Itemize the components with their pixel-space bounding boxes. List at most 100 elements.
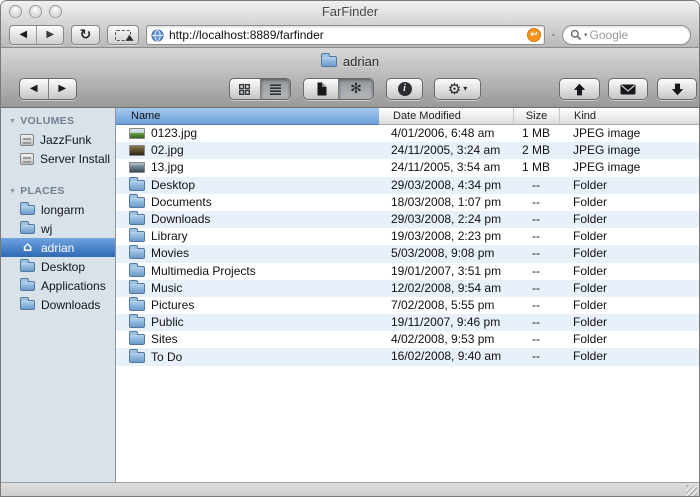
table-body: 0123.jpg 4/01/2006, 6:48 am 1 MB JPEG im… — [116, 125, 699, 366]
info-icon: i — [398, 82, 412, 96]
table-row[interactable]: To Do 16/02/2008, 9:40 am -- Folder — [116, 348, 699, 365]
disclosure-triangle-icon[interactable]: ▼ — [9, 118, 16, 125]
browser-history-nav: ◀ ▶ — [9, 25, 64, 45]
file-date-modified: 12/02/2008, 9:54 am — [379, 280, 513, 297]
file-kind: Folder — [559, 348, 699, 365]
sidebar-item-label: JazzFunk — [40, 133, 91, 147]
table-row[interactable]: 13.jpg 24/11/2005, 3:54 am 1 MB JPEG ima… — [116, 159, 699, 176]
table-row[interactable]: Multimedia Projects 19/01/2007, 3:51 pm … — [116, 263, 699, 280]
get-info-button[interactable]: i — [386, 78, 423, 100]
sidebar-item-desktop[interactable]: Desktop — [1, 257, 115, 276]
sidebar-item-adrian[interactable]: ⌂ adrian — [1, 238, 115, 257]
file-name: Downloads — [151, 211, 210, 228]
snapback-icon[interactable]: ↩ — [527, 28, 541, 42]
table-row[interactable]: Pictures 7/02/2008, 5:55 pm -- Folder — [116, 297, 699, 314]
minimize-window-icon[interactable] — [29, 5, 42, 18]
sidebar-item-downloads[interactable]: Downloads — [1, 295, 115, 314]
file-name: Public — [151, 314, 184, 331]
folder-icon — [129, 214, 145, 225]
webclip-icon — [115, 30, 131, 41]
table-row[interactable]: 0123.jpg 4/01/2006, 6:48 am 1 MB JPEG im… — [116, 125, 699, 142]
file-date-modified: 24/11/2005, 3:54 am — [379, 159, 513, 176]
zoom-window-icon[interactable] — [49, 5, 62, 18]
download-arrow-icon — [671, 83, 684, 96]
drive-icon — [20, 134, 34, 146]
upload-button[interactable] — [559, 78, 600, 100]
jpeg-thumbnail-icon — [129, 145, 145, 156]
table-row[interactable]: 02.jpg 24/11/2005, 3:24 am 2 MB JPEG ima… — [116, 142, 699, 159]
folder-icon — [20, 205, 35, 215]
address-bar[interactable]: ↩ — [146, 25, 545, 45]
table-row[interactable]: Sites 4/02/2008, 9:53 pm -- Folder — [116, 331, 699, 348]
table-row[interactable]: Public 19/11/2007, 9:46 pm -- Folder — [116, 314, 699, 331]
reload-icon: ↻ — [80, 28, 92, 42]
upload-arrow-icon — [573, 83, 586, 96]
file-kind: JPEG image — [559, 125, 699, 142]
table-row[interactable]: Documents 18/03/2008, 1:07 pm -- Folder — [116, 194, 699, 211]
file-date-modified: 24/11/2005, 3:24 am — [379, 142, 513, 159]
table-row[interactable]: Music 12/02/2008, 9:54 am -- Folder — [116, 280, 699, 297]
disclosure-triangle-icon[interactable]: ▼ — [9, 188, 16, 195]
table-row[interactable]: Library 19/03/2008, 2:23 pm -- Folder — [116, 228, 699, 245]
special-action-button[interactable]: ✻ — [338, 79, 373, 99]
title-bar[interactable]: FarFinder — [1, 1, 699, 23]
section-label: VOLUMES — [20, 113, 74, 130]
flower-icon: ✻ — [350, 82, 362, 96]
folder-icon — [20, 281, 35, 291]
sidebar-item-wj[interactable]: wj — [1, 219, 115, 238]
envelope-icon — [620, 84, 636, 95]
new-document-button[interactable] — [304, 79, 338, 99]
field-divider-caret-icon: ▴ — [552, 32, 555, 38]
close-window-icon[interactable] — [9, 5, 22, 18]
sidebar-item-jazzfunk[interactable]: JazzFunk — [1, 130, 115, 149]
file-date-modified: 19/01/2007, 3:51 pm — [379, 263, 513, 280]
table-row[interactable]: Desktop 29/03/2008, 4:34 pm -- Folder — [116, 177, 699, 194]
file-name: Library — [151, 228, 188, 245]
file-kind: JPEG image — [559, 142, 699, 159]
column-header-name[interactable]: Name — [116, 108, 379, 125]
webclip-button[interactable] — [107, 25, 139, 45]
search-input[interactable] — [590, 28, 684, 42]
sidebar-item-label: Server Install — [40, 152, 110, 166]
file-date-modified: 19/03/2008, 2:23 pm — [379, 228, 513, 245]
file-list: Name Date Modified Size Kind 0123.jpg 4/… — [116, 108, 699, 482]
column-header-kind[interactable]: Kind — [559, 108, 699, 125]
folder-icon — [129, 180, 145, 191]
action-menu-button[interactable]: ⚙ ▾ — [434, 78, 481, 100]
resize-grip[interactable] — [686, 485, 697, 496]
list-view-button[interactable] — [260, 79, 291, 99]
sidebar-item-applications[interactable]: Applications — [1, 276, 115, 295]
search-field[interactable]: ▾ — [562, 25, 691, 45]
file-size: -- — [513, 194, 559, 211]
file-name: Multimedia Projects — [151, 263, 256, 280]
file-date-modified: 18/03/2008, 1:07 pm — [379, 194, 513, 211]
column-header-size[interactable]: Size — [513, 108, 559, 125]
folder-icon — [20, 262, 35, 272]
finder-forward-button[interactable]: ▶ — [48, 79, 77, 99]
sidebar-item-longarm[interactable]: longarm — [1, 200, 115, 219]
back-button[interactable]: ◀ — [10, 26, 36, 44]
icon-view-button[interactable] — [230, 79, 260, 99]
window-title: FarFinder — [1, 1, 699, 23]
download-button[interactable] — [657, 78, 697, 100]
sidebar-item-server-install[interactable]: Server Install — [1, 149, 115, 168]
email-button[interactable] — [608, 78, 648, 100]
column-header-date-modified[interactable]: Date Modified — [379, 108, 513, 125]
file-size: 1 MB — [513, 125, 559, 142]
file-name: Sites — [151, 331, 178, 348]
reload-button[interactable]: ↻ — [71, 25, 100, 45]
list-view-icon — [269, 83, 282, 96]
table-row[interactable]: Movies 5/03/2008, 9:08 pm -- Folder — [116, 245, 699, 262]
finder-back-button[interactable]: ◀ — [20, 79, 48, 99]
sidebar-section-places: ▼ PLACES — [1, 183, 115, 200]
table-row[interactable]: Downloads 29/03/2008, 2:24 pm -- Folder — [116, 211, 699, 228]
folder-icon — [129, 197, 145, 208]
file-size: 1 MB — [513, 159, 559, 176]
chevron-down-icon: ▾ — [463, 85, 467, 93]
forward-button[interactable]: ▶ — [36, 26, 63, 44]
document-icon — [315, 82, 327, 96]
url-input[interactable] — [169, 28, 522, 42]
file-kind: Folder — [559, 177, 699, 194]
location-indicator: adrian — [1, 48, 699, 69]
sidebar: ▼ VOLUMES JazzFunk Server Install ▼ PLAC… — [1, 108, 116, 482]
